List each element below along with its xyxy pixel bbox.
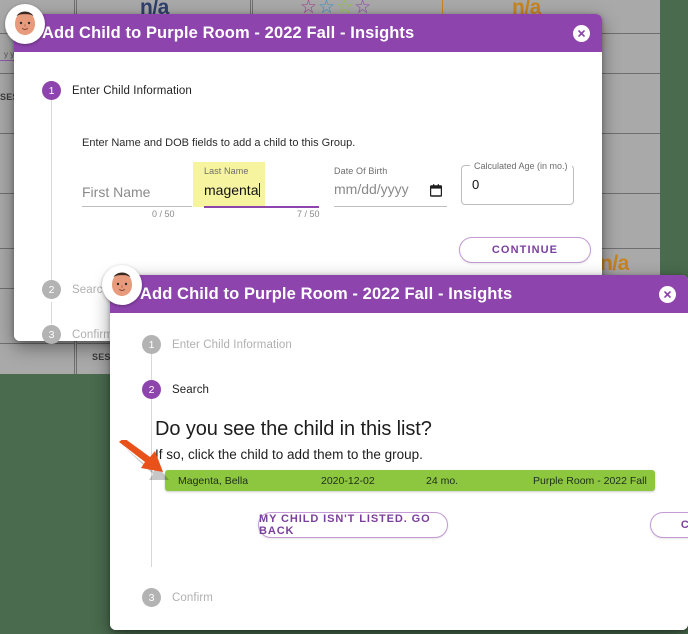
calculated-age-value: 0 <box>472 177 480 192</box>
step-number: 1 <box>42 81 61 100</box>
result-child-group: Purple Room - 2022 Fall <box>533 474 647 487</box>
text-caret <box>259 183 261 197</box>
stepper-connector <box>151 399 152 567</box>
step-number: 2 <box>42 280 61 299</box>
table-cell-value: n/a <box>600 252 629 275</box>
go-back-button[interactable]: MY CHILD ISN'T LISTED. GO BACK <box>258 512 448 538</box>
stepper-item-enter-child-information[interactable]: 1 Enter Child Information <box>42 81 192 100</box>
last-name-counter: 7 / 50 <box>297 209 320 219</box>
step-number: 2 <box>142 380 161 399</box>
dialog1-title: Add Child to Purple Room - 2022 Fall - I… <box>42 23 415 42</box>
last-name-text: magenta <box>204 182 259 198</box>
search-question-title: Do you see the child in this list? <box>155 418 432 440</box>
baby-face-icon <box>5 4 45 44</box>
date-of-birth-placeholder: mm/dd/yyyy <box>334 181 409 197</box>
first-name-counter: 0 / 50 <box>152 209 175 219</box>
step-label: Enter Child Information <box>172 338 292 351</box>
page-background-block <box>0 374 120 634</box>
table-row-label: SES <box>92 352 111 362</box>
first-name-field[interactable]: First Name 0 / 50 <box>82 162 192 219</box>
calculated-age-field: Calculated Age (in mo.) 0 <box>461 161 574 205</box>
result-child-name: Magenta, Bella <box>178 474 249 487</box>
step-number: 3 <box>142 588 161 607</box>
calculated-age-label: Calculated Age (in mo.) <box>470 161 572 171</box>
stepper-connector <box>51 94 52 286</box>
stepper-connector <box>151 353 152 381</box>
result-child-dob: 2020-12-02 <box>321 474 375 487</box>
dialog2-title: Add Child to Purple Room - 2022 Fall - I… <box>140 284 513 303</box>
stepper-item-enter-child-information[interactable]: 1 Enter Child Information <box>142 335 292 354</box>
search-question-subtitle: If so, click the child to add them to th… <box>155 447 423 462</box>
last-name-field[interactable]: Last Name magenta 7 / 50 <box>204 162 322 219</box>
date-of-birth-underline <box>334 206 447 207</box>
step-label: Search <box>172 383 210 396</box>
date-of-birth-field[interactable]: Date Of Birth mm/dd/yyyy <box>334 162 449 210</box>
continue-button-step2[interactable]: CONTINUE <box>650 512 688 538</box>
search-result-row[interactable]: Magenta, Bella 2020-12-02 24 mo. Purple … <box>165 470 655 491</box>
continue-button-step1[interactable]: CONTINUE <box>459 237 591 263</box>
date-of-birth-label: Date Of Birth <box>334 166 388 176</box>
form-hint: Enter Name and DOB fields to add a child… <box>82 137 356 149</box>
result-child-age: 24 mo. <box>426 474 459 487</box>
stepper-item-confirm[interactable]: 3 Confirm <box>42 325 113 344</box>
dialog1-header: Add Child to Purple Room - 2022 Fall - I… <box>14 14 602 52</box>
baby-face-icon <box>102 265 142 305</box>
screenshot-root: n/a n/a ☆☆☆☆ n/a n/a ☆☆☆☆ SES SES y ye y… <box>0 0 688 634</box>
close-icon[interactable] <box>659 286 676 303</box>
last-name-label: Last Name <box>204 166 249 176</box>
step-number: 3 <box>42 325 61 344</box>
stepper-item-search[interactable]: 2 Search <box>142 380 209 399</box>
stepper-item-search[interactable]: 2 Search <box>42 280 109 299</box>
stepper-item-confirm[interactable]: 3 Confirm <box>142 588 213 607</box>
first-name-underline <box>82 206 192 207</box>
step-label: Enter Child Information <box>72 84 192 97</box>
add-child-dialog-step2: Add Child to Purple Room - 2022 Fall - I… <box>102 265 688 630</box>
calendar-icon[interactable] <box>429 184 443 202</box>
step-label: Confirm <box>172 591 213 604</box>
first-name-placeholder: First Name <box>82 184 151 200</box>
last-name-underline <box>204 206 319 208</box>
stepper-connector <box>51 302 52 324</box>
step-label: Confirm <box>72 328 113 341</box>
dialog2-header: Add Child to Purple Room - 2022 Fall - I… <box>110 275 688 313</box>
dialog2-body: 1 Enter Child Information 2 Search Do yo… <box>110 313 688 630</box>
close-icon[interactable] <box>573 25 590 42</box>
last-name-value: magenta <box>204 182 261 198</box>
step-number: 1 <box>142 335 161 354</box>
